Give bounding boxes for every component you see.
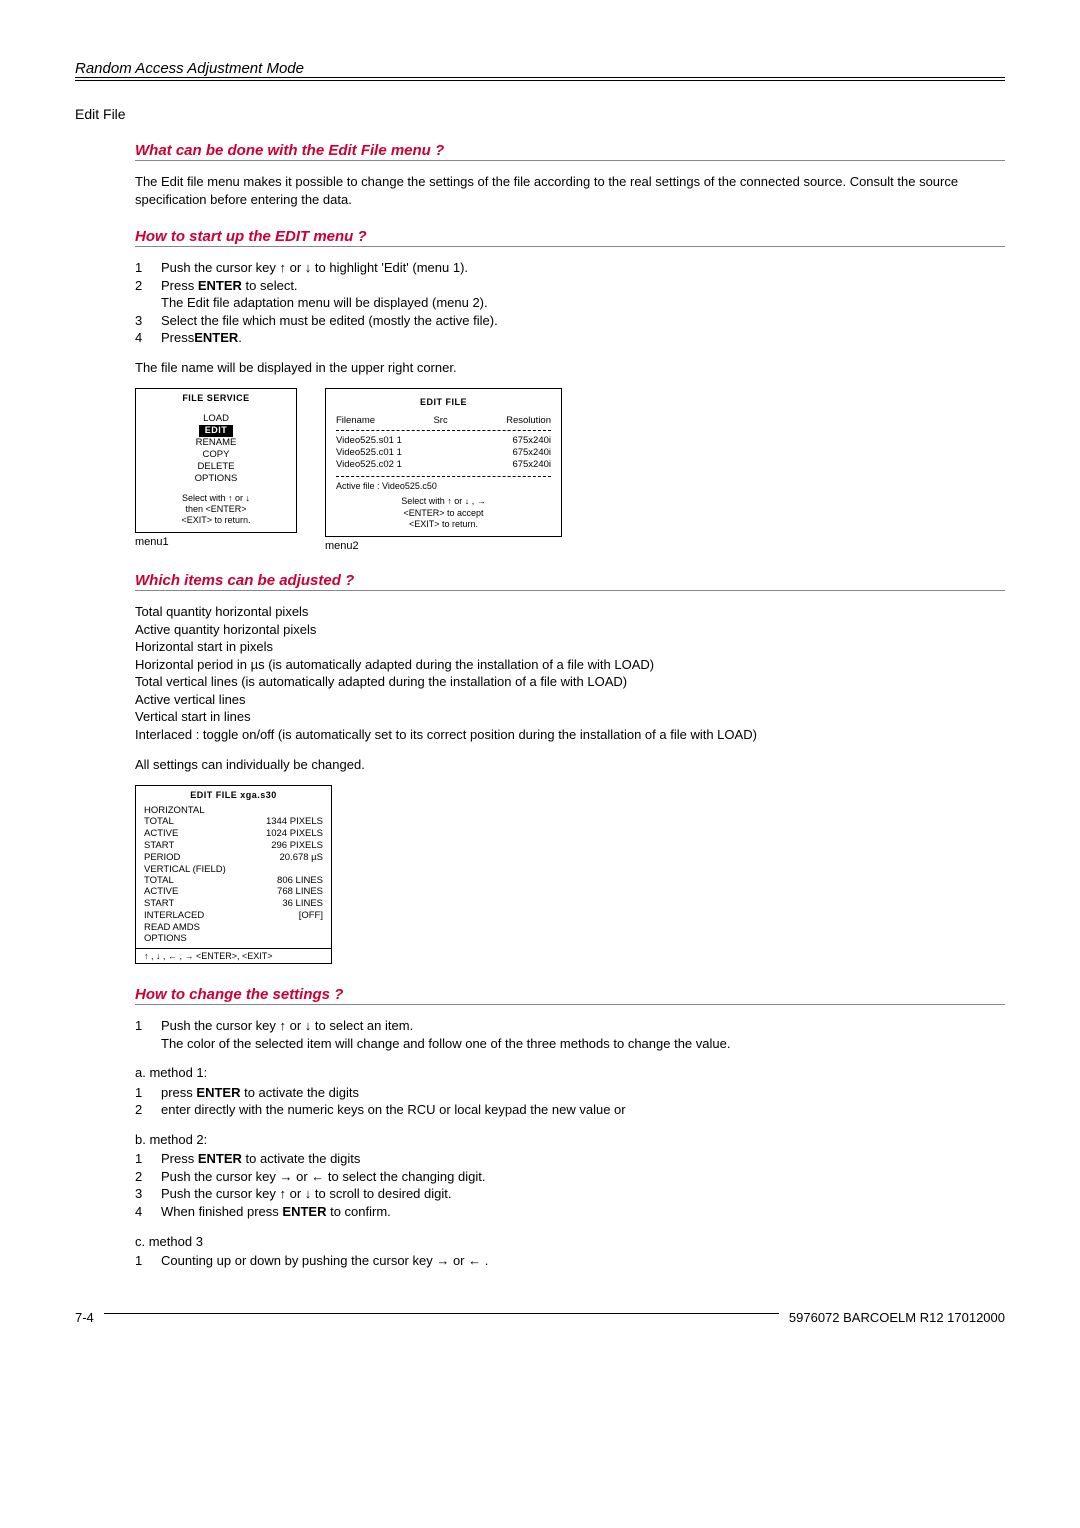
heading-what: What can be done with the Edit File menu… bbox=[135, 142, 1005, 161]
right-arrow-icon: → bbox=[280, 1169, 293, 1184]
menus-row: FILE SERVICE LOAD EDIT RENAME COPY DELET… bbox=[135, 388, 1005, 552]
menu3-box: EDIT FILE xga.s30 HORIZONTAL TOTAL1344 P… bbox=[135, 785, 332, 964]
body-start-2: The file name will be displayed in the u… bbox=[135, 359, 1005, 377]
heading-items: Which items can be adjusted ? bbox=[135, 572, 1005, 591]
method-a-header: a. method 1: bbox=[135, 1064, 1005, 1082]
page-footer: 7-4 5976072 BARCOELM R12 17012000 bbox=[75, 1310, 1005, 1325]
method-b-header: b. method 2: bbox=[135, 1131, 1005, 1149]
menu2-box: EDIT FILE Filename Src Resolution Video5… bbox=[325, 388, 562, 537]
right-arrow-icon: → bbox=[436, 1253, 449, 1268]
section-title: Edit File bbox=[75, 106, 1005, 122]
heading-change: How to change the settings ? bbox=[135, 986, 1005, 1005]
page-header: Random Access Adjustment Mode bbox=[75, 60, 1005, 78]
doc-id: 5976072 BARCOELM R12 17012000 bbox=[789, 1310, 1005, 1325]
adjust-list: Total quantity horizontal pixels Active … bbox=[135, 603, 1005, 743]
menu1-label: menu1 bbox=[135, 536, 297, 548]
body-what: The Edit file menu makes it possible to … bbox=[135, 173, 1005, 208]
body-items-2: All settings can individually be changed… bbox=[135, 756, 1005, 774]
left-arrow-icon: ← bbox=[311, 1169, 324, 1184]
page-number: 7-4 bbox=[75, 1310, 94, 1325]
menu2-label: menu2 bbox=[325, 540, 562, 552]
header-rule bbox=[75, 80, 1005, 81]
method-b-steps: 1Press ENTER to activate the digits 2Pus… bbox=[135, 1150, 1005, 1220]
method-c-steps: 1Counting up or down by pushing the curs… bbox=[135, 1252, 1005, 1270]
start-steps: 1Push the cursor key ↑ or ↓ to highlight… bbox=[135, 259, 1005, 347]
heading-start: How to start up the EDIT menu ? bbox=[135, 228, 1005, 247]
menu1-highlight: EDIT bbox=[199, 425, 234, 436]
method-a-steps: 1press ENTER to activate the digits 2ent… bbox=[135, 1084, 1005, 1119]
change-intro: 1Push the cursor key ↑ or ↓ to select an… bbox=[135, 1017, 1005, 1052]
method-c-header: c. method 3 bbox=[135, 1233, 1005, 1251]
menu1-box: FILE SERVICE LOAD EDIT RENAME COPY DELET… bbox=[135, 388, 297, 533]
left-arrow-icon: ← bbox=[468, 1253, 481, 1268]
